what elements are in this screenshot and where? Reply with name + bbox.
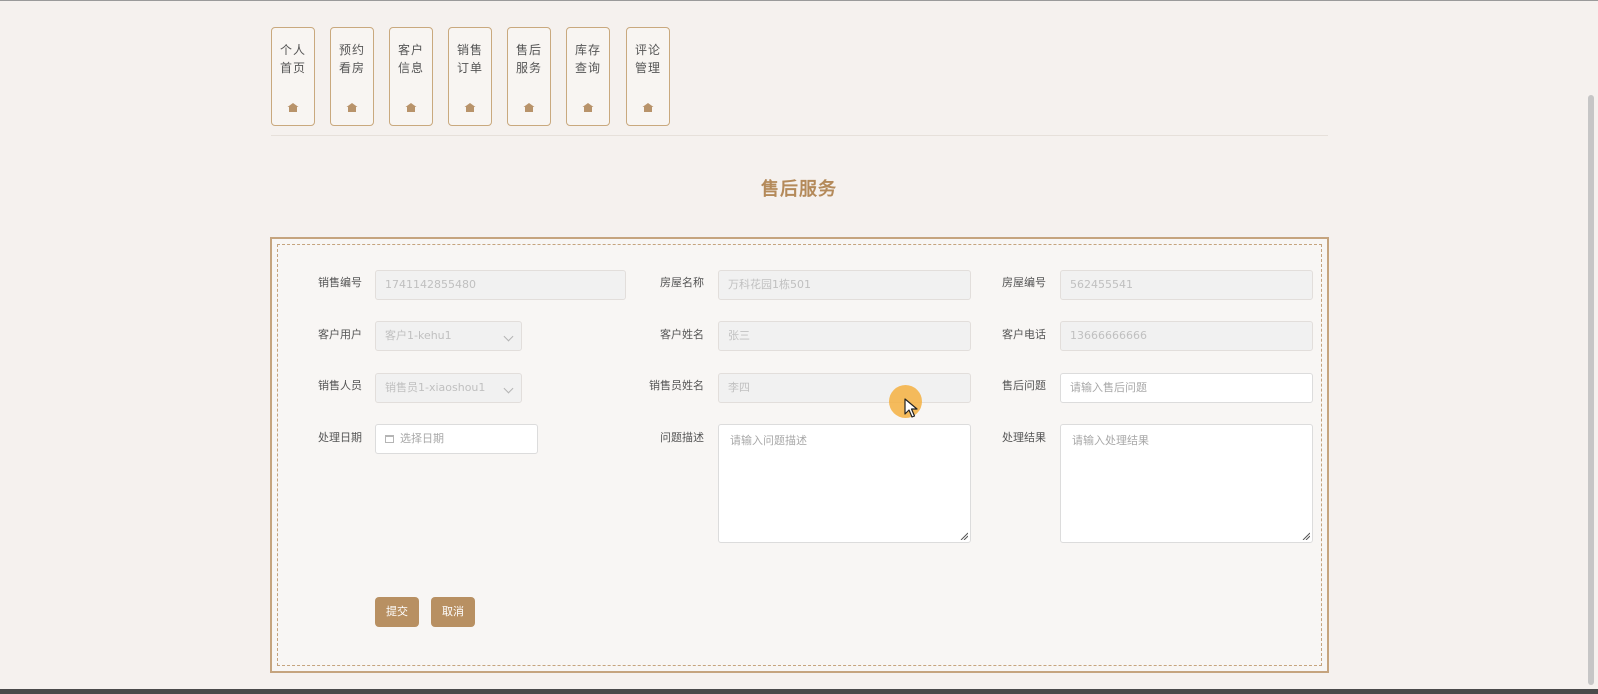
home-icon [405, 103, 417, 112]
nav-item-comments[interactable]: 评论管理 [626, 27, 670, 126]
customer-phone-label: 客户电话 [1002, 328, 1046, 341]
house-no-field: 562455541 [1060, 270, 1313, 300]
nav-item-label: 售后服务 [515, 43, 542, 75]
home-icon [642, 103, 654, 112]
customer-user-label: 客户用户 [318, 328, 362, 341]
submit-button[interactable]: 提交 [375, 597, 419, 627]
home-icon [582, 103, 594, 112]
sale-no-label: 销售编号 [318, 276, 362, 289]
chevron-down-icon [503, 383, 514, 394]
nav-item-after-sales[interactable]: 售后服务 [507, 27, 551, 126]
calendar-icon [385, 435, 394, 443]
issue-desc-placeholder: 请输入问题描述 [730, 434, 807, 447]
page-title: 售后服务 [761, 179, 837, 200]
nav-item-label: 客户信息 [397, 43, 424, 75]
nav-item-customer-info[interactable]: 客户信息 [389, 27, 433, 126]
home-icon [287, 103, 299, 112]
home-icon [523, 103, 535, 112]
process-result-placeholder: 请输入处理结果 [1072, 434, 1149, 447]
customer-phone-field: 13666666666 [1060, 321, 1313, 351]
process-result-label: 处理结果 [1002, 431, 1046, 444]
salesperson-name-field: 李四 [718, 373, 971, 403]
nav-item-label: 销售订单 [456, 43, 483, 75]
home-icon [346, 103, 358, 112]
mouse-pointer-icon [904, 398, 918, 418]
salesperson-label: 销售人员 [318, 379, 362, 392]
house-name-label: 房屋名称 [660, 276, 704, 289]
customer-user-value: 客户1-kehu1 [385, 329, 452, 342]
nav-divider [271, 135, 1328, 136]
nav-item-label: 预约看房 [338, 43, 365, 75]
top-nav: 个人首页 预约看房 客户信息 销售订单 售后服务 库存查询 评论管理 [271, 27, 1331, 128]
home-icon [464, 103, 476, 112]
salesperson-name-label: 销售员姓名 [649, 379, 704, 392]
nav-item-label: 评论管理 [634, 43, 661, 75]
after-sales-form: 销售编号 1741142855480 房屋名称 万科花园1栋501 房屋编号 5… [270, 237, 1329, 673]
nav-item-booking[interactable]: 预约看房 [330, 27, 374, 126]
customer-name-label: 客户姓名 [660, 328, 704, 341]
resize-grip-icon[interactable] [960, 532, 968, 540]
salesperson-value: 销售员1-xiaoshou1 [385, 381, 486, 394]
salesperson-select: 销售员1-xiaoshou1 [375, 373, 522, 403]
after-sale-issue-input[interactable]: 请输入售后问题 [1060, 373, 1313, 403]
issue-desc-textarea[interactable]: 请输入问题描述 [718, 424, 971, 543]
process-result-textarea[interactable]: 请输入处理结果 [1060, 424, 1313, 543]
nav-item-inventory[interactable]: 库存查询 [566, 27, 610, 126]
nav-item-label: 库存查询 [574, 43, 601, 75]
issue-desc-label: 问题描述 [660, 431, 704, 444]
process-date-label: 处理日期 [318, 431, 362, 444]
sale-no-field: 1741142855480 [375, 270, 626, 300]
after-sale-issue-label: 售后问题 [1002, 379, 1046, 392]
nav-item-label: 个人首页 [279, 43, 306, 75]
process-date-picker[interactable]: 选择日期 [375, 424, 538, 454]
chevron-down-icon [503, 331, 514, 342]
nav-item-personal-home[interactable]: 个人首页 [271, 27, 315, 126]
window-bottom-bar [0, 689, 1598, 694]
nav-item-sales-orders[interactable]: 销售订单 [448, 27, 492, 126]
resize-grip-icon[interactable] [1302, 532, 1310, 540]
process-date-placeholder: 选择日期 [400, 432, 444, 445]
house-name-field: 万科花园1栋501 [718, 270, 971, 300]
customer-user-select: 客户1-kehu1 [375, 321, 522, 351]
page-scrollbar[interactable] [1588, 95, 1594, 685]
house-no-label: 房屋编号 [1002, 276, 1046, 289]
customer-name-field: 张三 [718, 321, 971, 351]
window-top-border [0, 0, 1598, 1]
cancel-button[interactable]: 取消 [431, 597, 475, 627]
